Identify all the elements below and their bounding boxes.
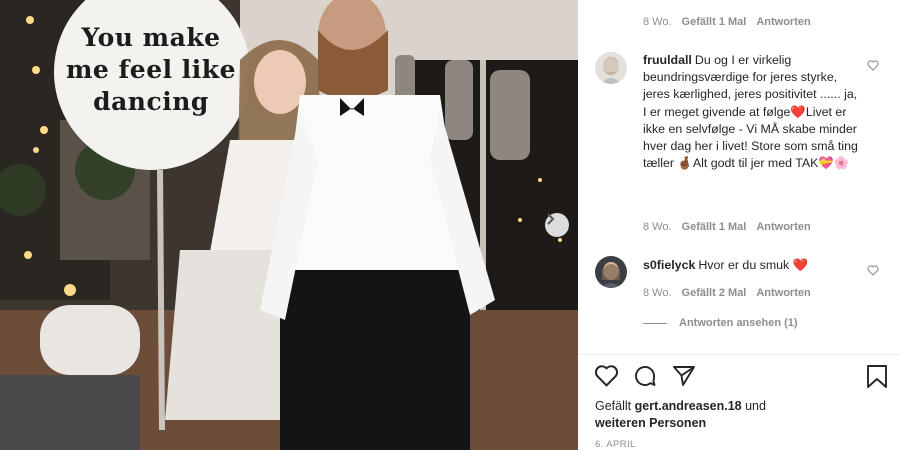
reply-button[interactable]: Antworten — [756, 221, 810, 233]
comment-time: 8 Wo. — [643, 221, 672, 233]
comment-username[interactable]: s0fielyck — [643, 258, 695, 272]
action-bar — [594, 364, 894, 392]
likes-prefix: Gefällt — [595, 399, 632, 413]
likes-summary: Gefällt gert.andreasen.18 und weiteren P… — [595, 398, 885, 432]
comment-likes[interactable]: Gefällt 1 Mal — [682, 16, 747, 28]
heart-outline-icon[interactable] — [867, 265, 879, 276]
likes-conj: und — [745, 399, 766, 413]
liker-username[interactable]: gert.andreasen.18 — [635, 399, 742, 413]
avatar-image — [595, 52, 627, 84]
section-divider — [578, 354, 900, 355]
heart-icon[interactable] — [594, 364, 619, 387]
comment-text: s0fielyck Hvor er du smuk ❤️ — [643, 257, 863, 274]
reply-button[interactable]: Antworten — [756, 16, 810, 28]
view-replies-button[interactable]: Antworten ansehen (1) — [643, 317, 798, 329]
comment-meta: 8 Wo. Gefällt 1 Mal Antworten — [643, 221, 811, 233]
balloon-line: dancing — [93, 87, 209, 116]
avatar-image — [595, 256, 627, 288]
chevron-right-icon — [547, 213, 555, 225]
comment-likes[interactable]: Gefällt 2 Mal — [682, 287, 747, 299]
comment-username[interactable]: fruuldall — [643, 53, 692, 67]
comment-time: 8 Wo. — [643, 287, 672, 299]
bookmark-icon[interactable] — [866, 364, 888, 389]
comment-meta: 8 Wo. Gefällt 1 Mal Antworten — [643, 16, 811, 28]
avatar[interactable] — [595, 52, 627, 84]
view-replies-label: Antworten ansehen (1) — [679, 317, 798, 329]
comment-icon[interactable] — [633, 364, 657, 388]
post-photo[interactable]: You make me feel like dancing — [0, 0, 578, 450]
reply-button[interactable]: Antworten — [756, 287, 810, 299]
other-likers-link[interactable]: weiteren Personen — [595, 416, 706, 430]
balloon-line: me feel like — [65, 55, 237, 84]
avatar[interactable] — [595, 256, 627, 288]
divider-line — [643, 322, 667, 324]
balloon-line: You make — [81, 23, 221, 52]
comment-meta: 8 Wo. Gefällt 2 Mal Antworten — [643, 287, 811, 299]
comment-text: fruuldall Du og I er virkelig beundringsv… — [643, 52, 863, 172]
balloon-caption: You make me feel like dancing — [62, 22, 240, 118]
comment-time: 8 Wo. — [643, 16, 672, 28]
post-date[interactable]: 6. APRIL — [595, 439, 636, 450]
paper-plane-icon[interactable] — [672, 364, 696, 388]
comment-likes[interactable]: Gefällt 1 Mal — [682, 221, 747, 233]
next-photo-button[interactable] — [545, 213, 569, 237]
comment-body: Du og I er virkelig beundringsværdige fo… — [643, 53, 858, 171]
comment-body: Hvor er du smuk ❤️ — [698, 258, 809, 272]
heart-outline-icon[interactable] — [867, 60, 879, 71]
